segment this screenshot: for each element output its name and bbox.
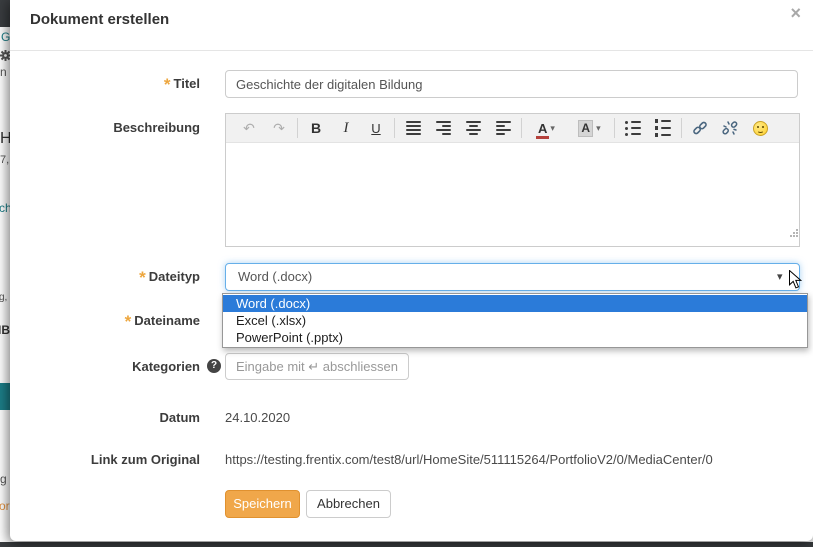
rich-text-toolbar: ↶ ↷ B I U A▾ A▾: [226, 114, 799, 143]
select-caret-icon: ▾: [777, 264, 783, 290]
titel-input[interactable]: [225, 70, 798, 98]
text-color-icon: A: [538, 122, 547, 135]
dateityp-select[interactable]: Word (.docx) ▾: [225, 263, 800, 291]
background-text-fragment: IB: [0, 323, 10, 337]
dialog-title: Dokument erstellen: [30, 11, 169, 28]
align-center-icon: [466, 121, 481, 135]
align-left-icon: [496, 121, 511, 135]
dropdown-option[interactable]: Excel (.xlsx): [223, 312, 807, 329]
field-label-datum: Datum: [20, 410, 200, 426]
align-right-icon: [436, 121, 451, 135]
toolbar-separator: [614, 118, 615, 138]
undo-button[interactable]: ↶: [234, 116, 264, 140]
align-justify-button[interactable]: [398, 116, 428, 140]
redo-button[interactable]: ↷: [264, 116, 294, 140]
bold-button[interactable]: B: [301, 116, 331, 140]
toolbar-separator: [681, 118, 682, 138]
screen: G n H 7, ch g, S IB g or Dokument erstel…: [0, 0, 813, 547]
required-asterisk-icon: *: [125, 312, 132, 331]
background-text-fragment: 7,: [0, 154, 9, 166]
smiley-icon: [753, 121, 768, 136]
link-zum-original-value: https://testing.frentix.com/test8/url/Ho…: [225, 452, 713, 468]
help-icon[interactable]: ?: [207, 359, 221, 373]
background-text-fragment: g: [0, 472, 7, 486]
background-text-fragment: n: [0, 65, 7, 79]
background-color-icon: A: [578, 120, 593, 137]
dateityp-selected-value: Word (.docx): [238, 269, 312, 284]
chevron-down-icon: ▾: [550, 123, 555, 134]
unordered-list-button[interactable]: [618, 116, 648, 140]
align-left-button[interactable]: [488, 116, 518, 140]
save-button[interactable]: Speichern: [225, 490, 300, 518]
rich-text-area[interactable]: [226, 143, 799, 238]
link-icon: [692, 120, 708, 136]
rich-text-editor: ↶ ↷ B I U A▾ A▾: [225, 113, 800, 247]
field-label-dateityp-text: Dateityp: [149, 269, 200, 284]
toolbar-separator: [297, 118, 298, 138]
ordered-list-icon: [655, 119, 671, 137]
background-footer-strip: [0, 542, 813, 547]
chevron-down-icon: ▾: [596, 123, 601, 134]
field-label-titel-text: Titel: [174, 76, 201, 91]
background-page: G n H 7, ch g, S IB g or: [0, 0, 10, 547]
required-asterisk-icon: *: [139, 268, 146, 287]
create-document-dialog: Dokument erstellen × *Titel Beschreibung…: [10, 0, 813, 541]
remove-link-button[interactable]: [715, 116, 745, 140]
bold-icon: B: [311, 120, 321, 136]
required-asterisk-icon: *: [164, 75, 171, 94]
align-justify-icon: [406, 121, 421, 135]
field-label-kategorien: Kategorien: [20, 353, 200, 380]
dropdown-option[interactable]: PowerPoint (.pptx): [223, 329, 807, 346]
dropdown-option[interactable]: Word (.docx): [223, 295, 807, 312]
background-text-fragment: or: [0, 499, 10, 513]
unordered-list-icon: [625, 121, 641, 136]
field-label-link-zum-original: Link zum Original: [20, 452, 200, 468]
insert-link-button[interactable]: [685, 116, 715, 140]
field-label-dateityp: *Dateityp: [20, 263, 200, 292]
background-teal-button: [0, 383, 10, 410]
background-text-fragment: g, S: [0, 292, 10, 303]
align-right-button[interactable]: [428, 116, 458, 140]
datum-value: 24.10.2020: [225, 410, 290, 426]
close-icon[interactable]: ×: [790, 3, 801, 23]
text-color-button[interactable]: A▾: [525, 116, 568, 140]
mouse-cursor-icon: [789, 270, 803, 290]
emoticons-button[interactable]: [745, 116, 775, 140]
ordered-list-button[interactable]: [648, 116, 678, 140]
toolbar-separator: [521, 118, 522, 138]
background-text-fragment: G: [1, 30, 10, 44]
background-text-fragment: ch: [0, 201, 10, 215]
field-label-dateiname-text: Dateiname: [134, 313, 200, 328]
field-label-titel: *Titel: [20, 70, 200, 99]
toolbar-separator: [394, 118, 395, 138]
redo-icon: ↷: [273, 120, 285, 137]
background-header-strip: [0, 0, 10, 27]
align-center-button[interactable]: [458, 116, 488, 140]
italic-icon: I: [344, 120, 349, 137]
header-divider: [10, 50, 813, 51]
gear-icon: [0, 50, 10, 61]
kategorien-input[interactable]: [225, 353, 409, 380]
dateityp-dropdown[interactable]: Word (.docx) Excel (.xlsx) PowerPoint (.…: [222, 293, 808, 348]
unlink-icon: [722, 120, 738, 136]
field-label-beschreibung: Beschreibung: [20, 114, 200, 142]
field-label-dateiname: *Dateiname: [20, 307, 200, 336]
underline-button[interactable]: U: [361, 116, 391, 140]
background-text-fragment: H: [0, 130, 10, 148]
undo-icon: ↶: [243, 120, 255, 137]
underline-icon: U: [371, 121, 380, 136]
italic-button[interactable]: I: [331, 116, 361, 140]
resize-handle-icon[interactable]: [789, 228, 798, 237]
cancel-button[interactable]: Abbrechen: [306, 490, 391, 518]
background-color-button[interactable]: A▾: [568, 116, 611, 140]
